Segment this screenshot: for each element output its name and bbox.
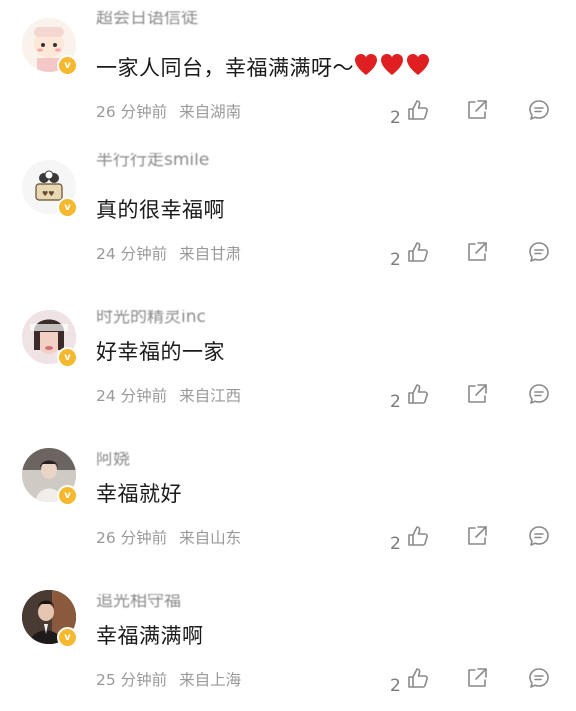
comment-item: v 时光的精灵inc 好幸福的一家 24 分钟前 来自江西 2 (0, 284, 576, 426)
comment-meta: 24 分钟前 来自江西 (96, 384, 241, 406)
like-button[interactable]: 2 (390, 99, 429, 128)
like-count: 2 (390, 534, 401, 554)
share-button[interactable] (466, 99, 488, 125)
comment-time: 24 分钟前 (96, 245, 168, 263)
like-button[interactable]: 2 (390, 383, 429, 412)
comment-text: 幸福就好 (96, 482, 182, 506)
reply-button[interactable] (528, 99, 550, 125)
comment-meta: 26 分钟前 来自山东 (96, 526, 241, 548)
comment-meta: 25 分钟前 来自上海 (96, 668, 241, 690)
comment-text: 真的很幸福啊 (96, 198, 225, 222)
comment-time: 26 分钟前 (96, 529, 168, 547)
comment-text-content: 一家人同台，幸福满满呀～ (96, 56, 354, 80)
svg-text:♥♥: ♥♥ (42, 190, 55, 198)
comment-location: 来自江西 (179, 387, 242, 405)
share-icon (468, 100, 487, 119)
comment-item: v 阿娆 幸福就好 26 分钟前 来自山东 2 (0, 426, 576, 568)
share-button[interactable] (466, 383, 488, 409)
like-button[interactable]: 2 (390, 667, 429, 696)
comment-item: v 追光相守福 幸福满满啊 25 分钟前 来自上海 2 (0, 568, 576, 710)
comment-meta: 24 分钟前 来自甘肃 (96, 242, 241, 264)
username[interactable]: 追光相守福 (96, 594, 181, 608)
comment-location: 来自湖南 (179, 103, 242, 121)
comment-text: 幸福满满啊 (96, 624, 204, 648)
reply-button[interactable] (528, 667, 550, 693)
share-icon (468, 526, 487, 545)
comment-item: ♥♥ v 半行行走smile 真的很幸福啊 24 分钟前 来自甘肃 2 (0, 142, 576, 284)
comment-text: 一家人同台，幸福满满呀～ (96, 52, 432, 82)
comment-meta: 26 分钟前 来自湖南 (96, 100, 241, 122)
thumbs-up-icon (408, 384, 429, 404)
thumbs-up-icon (408, 668, 429, 688)
verified-badge-icon: v (57, 627, 78, 648)
verified-badge-icon: v (57, 485, 78, 506)
username[interactable]: 阿娆 (96, 452, 130, 466)
verified-badge-icon: v (57, 347, 78, 368)
comment-location: 来自甘肃 (179, 245, 242, 263)
comment-location: 来自山东 (179, 529, 242, 547)
thumbs-up-icon (408, 242, 429, 262)
comment-location: 来自上海 (179, 671, 242, 689)
reply-button[interactable] (528, 241, 550, 267)
share-button[interactable] (466, 525, 488, 551)
comment-item: v 超会日语信徒 一家人同台，幸福满满呀～ 26 分钟前 来自湖南 2 (0, 0, 576, 142)
thumbs-up-icon (408, 526, 429, 546)
share-icon (468, 384, 487, 403)
like-count: 2 (390, 392, 401, 412)
share-icon (468, 668, 487, 687)
like-count: 2 (390, 676, 401, 696)
comment-bubble-icon (529, 526, 549, 546)
comment-bubble-icon (529, 100, 549, 120)
share-button[interactable] (466, 241, 488, 267)
username[interactable]: 超会日语信徒 (96, 11, 198, 25)
like-count: 2 (390, 108, 401, 128)
thumbs-up-icon (408, 100, 429, 120)
share-icon (468, 242, 487, 261)
verified-badge-icon: v (57, 55, 78, 76)
comment-text: 好幸福的一家 (96, 340, 225, 364)
comment-time: 24 分钟前 (96, 387, 168, 405)
username[interactable]: 时光的精灵inc (96, 310, 206, 324)
verified-badge-icon: v (57, 197, 78, 218)
username[interactable]: 半行行走smile (96, 153, 209, 167)
share-button[interactable] (466, 667, 488, 693)
like-count: 2 (390, 250, 401, 270)
reply-button[interactable] (528, 525, 550, 551)
comment-time: 26 分钟前 (96, 103, 168, 121)
comment-bubble-icon (529, 668, 549, 688)
reply-button[interactable] (528, 383, 550, 409)
comment-time: 25 分钟前 (96, 671, 168, 689)
heart-emoji-icon (354, 53, 432, 82)
comment-bubble-icon (529, 242, 549, 262)
like-button[interactable]: 2 (390, 525, 429, 554)
comment-bubble-icon (529, 384, 549, 404)
like-button[interactable]: 2 (390, 241, 429, 270)
